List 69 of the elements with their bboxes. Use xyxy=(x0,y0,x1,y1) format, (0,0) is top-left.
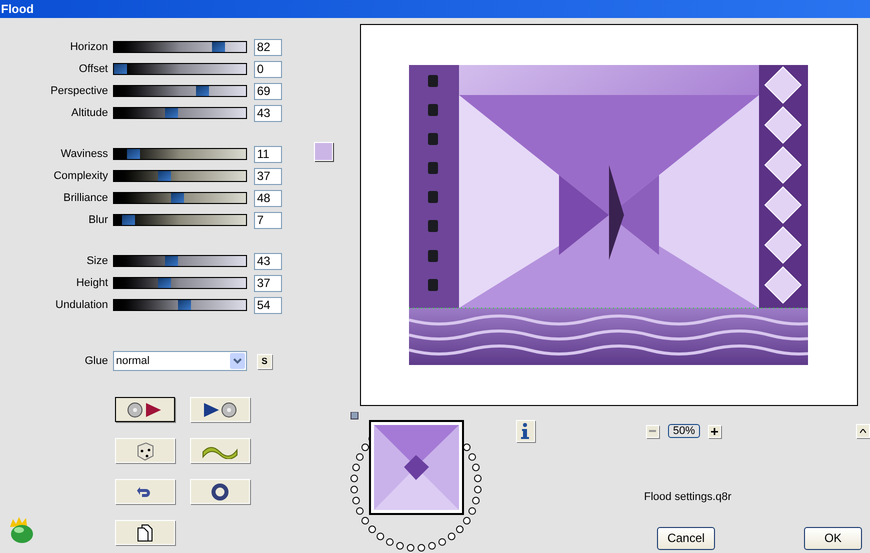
slider-label: Undulation xyxy=(54,298,108,313)
zoom-out-button[interactable] xyxy=(646,424,659,438)
disc-play-icon xyxy=(127,402,163,418)
zoom-in-button[interactable] xyxy=(708,424,721,438)
pages-icon xyxy=(137,524,153,542)
window-title: Flood xyxy=(1,3,34,15)
tool-button[interactable] xyxy=(115,397,175,422)
zoom-level: 50% xyxy=(668,424,700,438)
preset-file-name: Flood settings.q8r xyxy=(644,490,732,505)
color-swatch[interactable] xyxy=(314,142,333,161)
slider-label: Blur xyxy=(87,212,108,228)
slider-label: Height xyxy=(75,276,108,291)
slider-label: Altitude xyxy=(70,106,108,121)
slider-track[interactable] xyxy=(113,277,247,289)
slider-label: Brilliance xyxy=(62,190,108,206)
slider-label: Offset xyxy=(78,62,108,77)
slider-thumb[interactable] xyxy=(165,256,178,266)
slider-track[interactable] xyxy=(113,170,247,182)
value-field[interactable]: 69 xyxy=(254,82,282,100)
slider-thumb[interactable] xyxy=(171,193,184,203)
slider-thumb[interactable] xyxy=(178,300,192,310)
slider-track[interactable] xyxy=(113,85,247,97)
slider-label: Size xyxy=(86,254,108,269)
slider-track[interactable] xyxy=(113,299,247,311)
info-icon xyxy=(521,423,530,439)
glue-button[interactable]: S xyxy=(257,354,272,368)
collapse-button[interactable] xyxy=(856,424,870,438)
slider-label: Perspective xyxy=(50,84,108,99)
slider-thumb[interactable] xyxy=(158,171,172,181)
value-field[interactable]: 43 xyxy=(254,252,282,270)
dice-icon xyxy=(135,440,155,460)
dialog-button[interactable]: OK xyxy=(804,526,862,550)
slider-thumb[interactable] xyxy=(212,42,225,52)
slider-track[interactable] xyxy=(113,41,247,53)
slider-label: Waviness xyxy=(60,146,108,162)
value-field[interactable]: 48 xyxy=(254,190,282,206)
slider-thumb[interactable] xyxy=(158,278,172,288)
value-field[interactable]: 43 xyxy=(254,104,282,122)
ring-icon xyxy=(211,482,229,500)
slider-track[interactable] xyxy=(113,214,247,226)
value-field[interactable]: 0 xyxy=(254,60,282,78)
glue-dropdown[interactable]: normal xyxy=(113,351,247,371)
value-field[interactable]: 11 xyxy=(254,146,282,162)
caret-up-icon xyxy=(860,429,866,433)
value-field[interactable]: 54 xyxy=(254,296,282,314)
flame-egg-logo-icon xyxy=(7,515,35,545)
minus-icon xyxy=(649,430,656,432)
plus-icon xyxy=(711,428,718,434)
play-disc-icon xyxy=(202,402,238,418)
slider-track[interactable] xyxy=(113,148,247,160)
slider-label: Horizon xyxy=(69,40,108,55)
value-field[interactable]: 82 xyxy=(254,38,282,56)
value-field[interactable]: 37 xyxy=(254,168,282,184)
slider-track[interactable] xyxy=(113,63,247,75)
slider-track[interactable] xyxy=(113,192,247,204)
dialog-button[interactable]: Cancel xyxy=(657,526,715,550)
dropdown-value: normal xyxy=(115,354,151,369)
slider-thumb[interactable] xyxy=(122,215,136,225)
slider-thumb[interactable] xyxy=(127,149,140,159)
info-button[interactable] xyxy=(516,420,535,442)
slider-thumb[interactable] xyxy=(165,108,178,118)
slider-label: Complexity xyxy=(52,168,108,184)
glue-label: Glue xyxy=(84,354,108,369)
value-field[interactable]: 7 xyxy=(254,212,282,228)
slider-thumb[interactable] xyxy=(114,64,127,74)
slider-thumb[interactable] xyxy=(196,86,210,96)
slider-track[interactable] xyxy=(113,255,247,267)
slider-track[interactable] xyxy=(113,107,247,119)
value-field[interactable]: 37 xyxy=(254,274,282,292)
